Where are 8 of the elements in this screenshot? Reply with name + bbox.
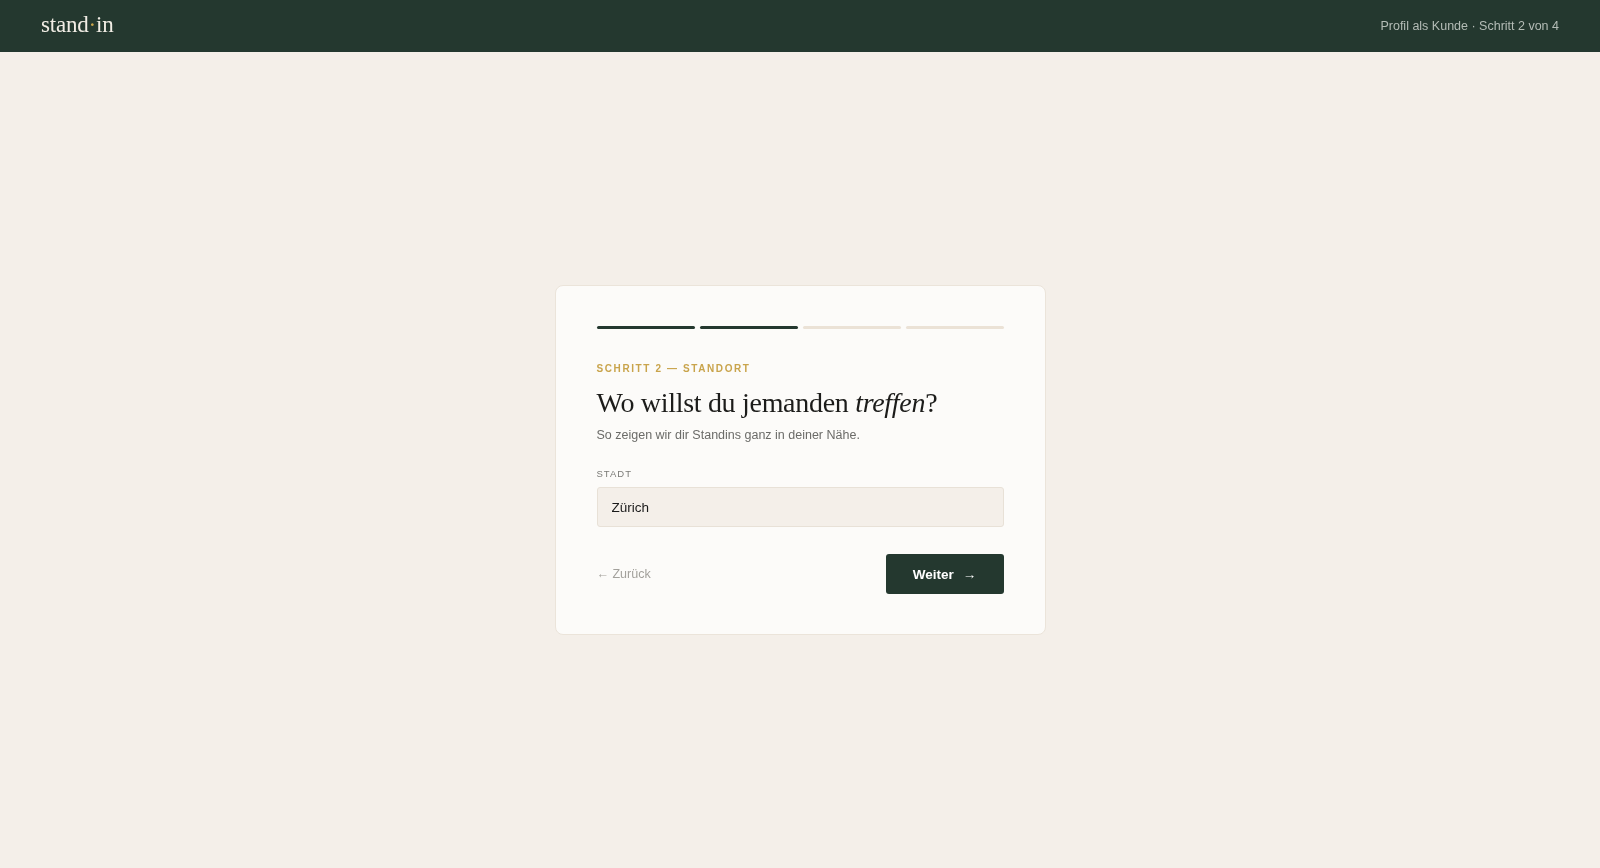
step-label: SCHRITT 2 — STANDORT xyxy=(596,362,752,376)
city-input[interactable]: Zürich xyxy=(596,487,1004,527)
step-context: Profil als Kunde · Schritt 2 von 4 xyxy=(1380,19,1559,33)
subtitle: So zeigen wir dir Standins ganz in deiner Nähe. xyxy=(596,427,861,444)
logo[interactable]: stand·in xyxy=(41,13,114,39)
heading: Wo willst du jemanden treffen? xyxy=(596,386,939,420)
next-button[interactable]: Weiter → xyxy=(885,554,1004,594)
field-label: STADT xyxy=(596,468,633,480)
